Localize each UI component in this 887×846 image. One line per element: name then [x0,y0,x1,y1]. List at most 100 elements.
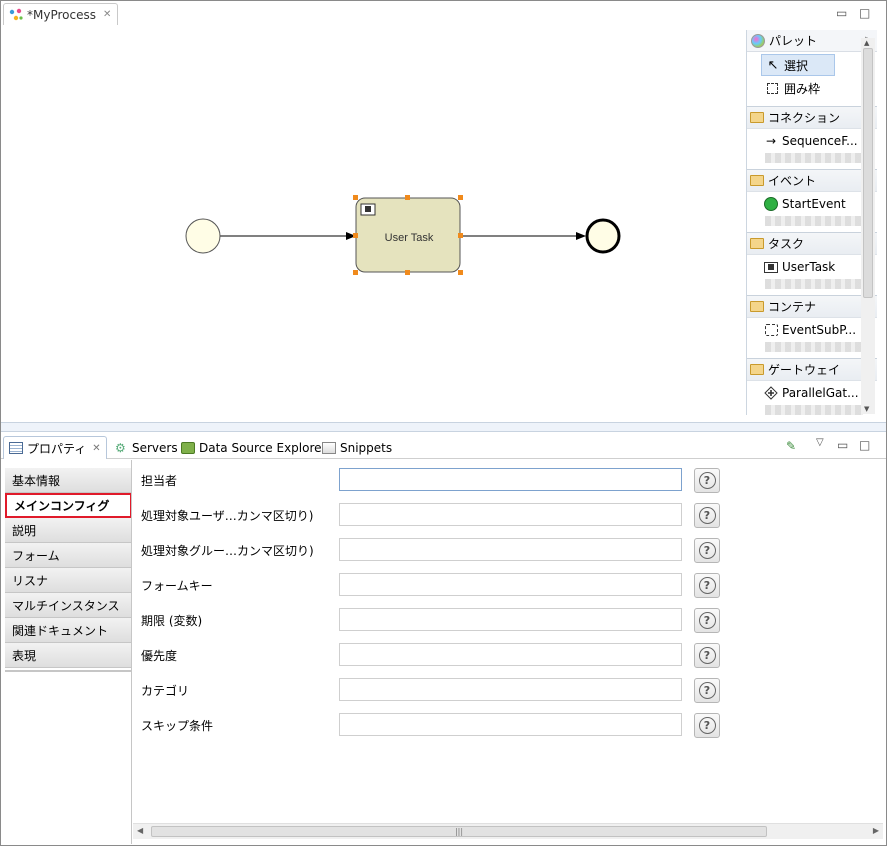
close-icon[interactable]: ✕ [103,9,111,20]
tab-data-source-explorer[interactable]: Data Source Explorer [181,436,326,459]
database-icon [181,441,195,454]
help-button[interactable]: ? [694,678,720,703]
user-task-label: User Task [384,232,434,244]
drawer-title: タスク [768,237,805,251]
field-label: 処理対象グルー…カンマ区切り) [141,544,314,558]
help-button[interactable]: ? [694,608,720,633]
help-icon: ? [698,682,716,699]
tab-servers[interactable]: ⚙ Servers [115,436,178,459]
snippets-icon [322,441,336,454]
close-icon[interactable]: ✕ [92,443,100,454]
candidate-users-input[interactable] [339,503,682,526]
scroll-up-icon[interactable]: ▲ [864,39,869,47]
sash[interactable] [1,422,886,432]
section-main-config[interactable]: メインコンフィグ [5,493,132,518]
user-task-icon [763,261,779,273]
section-basic[interactable]: 基本情報 [5,468,132,493]
section-listener[interactable]: リスナ [5,568,132,593]
start-event[interactable] [185,218,221,254]
maximize-icon[interactable]: □ [859,438,870,452]
drawer-header[interactable]: タスク ⇔ [747,233,877,255]
pin-view-icon[interactable]: ✎ [786,439,796,453]
help-icon: ? [698,647,716,664]
help-button[interactable]: ? [694,538,720,563]
section-form[interactable]: フォーム [5,543,132,568]
drawer-container: コンテナ ⇔ EventSubP... [747,295,877,352]
section-expression[interactable]: 表現 [5,643,132,668]
due-date-input[interactable] [339,608,682,631]
help-button[interactable]: ? [694,503,720,528]
palette-item-sequenceflow[interactable]: → SequenceF... [747,129,877,153]
category-input[interactable] [339,678,682,701]
user-task-icon [360,203,376,216]
palette-item-label: UserTask [782,260,836,274]
palette-tool-marquee[interactable]: 囲み枠 [747,76,877,100]
view-tab-bar: プロパティ ✕ ⚙ Servers Data Source Explorer S… [1,433,886,459]
editor-tab-label: *MyProcess [27,7,96,22]
palette-tool-select[interactable]: ↖ 選択 [761,54,835,76]
minimize-icon[interactable]: ▭ [837,438,848,452]
palette-item-usertask[interactable]: UserTask [747,255,877,279]
assignee-input[interactable] [339,468,682,491]
help-button[interactable]: ? [694,713,720,738]
help-icon: ? [698,717,716,734]
drawer-gateway: ゲートウェイ ⇔ ParallelGat... [747,358,877,415]
marquee-icon [767,82,778,94]
palette-item-parallelgateway[interactable]: ParallelGat... [747,381,877,405]
palette-header[interactable]: パレット ▷ [747,30,877,52]
field-label: 期限 (変数) [141,614,203,628]
help-button[interactable]: ? [694,468,720,493]
folder-icon [750,364,764,375]
help-button[interactable]: ? [694,643,720,668]
section-label: フォーム [12,548,60,563]
form-key-input[interactable] [339,573,682,596]
section-related-documents[interactable]: 関連ドキュメント [5,618,132,643]
diagram-svg [185,195,621,275]
skip-expression-input[interactable] [339,713,682,736]
help-button[interactable]: ? [694,573,720,598]
folder-icon [750,175,764,186]
maximize-icon[interactable]: □ [859,6,870,20]
scroll-left-icon[interactable]: ◀ [137,826,143,835]
field-label: 担当者 [141,474,178,488]
drawer-title: イベント [768,174,817,188]
palette-item-label: StartEvent [782,197,846,211]
drawer-connection: コネクション ⇔ → SequenceF... [747,106,877,163]
palette-item-eventsubprocess[interactable]: EventSubP... [747,318,877,342]
palette-item-label: SequenceF... [782,134,858,148]
drawer-header[interactable]: イベント ⇔ [747,170,877,192]
tab-snippets[interactable]: Snippets [322,436,392,459]
palette-title: パレット [769,34,818,48]
end-event[interactable] [585,218,621,254]
section-label: メインコンフィグ [14,499,110,513]
section-label: 基本情報 [12,473,61,488]
candidate-groups-input[interactable] [339,538,682,561]
palette: パレット ▷ ↖ 選択 囲み枠 コネクション ⇔ → SequenceF... … [746,30,877,415]
folder-icon [750,301,764,312]
palette-icon [751,33,765,48]
folder-icon [750,238,764,249]
tab-properties[interactable]: プロパティ ✕ [3,436,107,459]
palette-item-startevent[interactable]: StartEvent [747,192,877,216]
horizontal-scrollbar[interactable]: ◀ ||| ▶ [133,823,883,839]
parallel-gateway-icon [763,386,779,400]
scrollbar-thumb[interactable] [863,48,873,298]
tab-label: Snippets [340,440,393,455]
section-multi-instance[interactable]: マルチインスタンス [5,593,132,618]
priority-input[interactable] [339,643,682,666]
minimize-icon[interactable]: ▭ [836,6,847,20]
section-description[interactable]: 説明 [5,518,132,543]
view-menu-icon[interactable]: ▽ [816,436,824,450]
diagram-canvas[interactable]: User Task [1,26,746,422]
drawer-header[interactable]: コネクション ⇔ [747,107,877,129]
tab-label: Data Source Explorer [199,440,327,455]
drawer-header[interactable]: コンテナ ⇔ [747,296,877,318]
scrollbar-thumb[interactable]: ||| [151,826,767,837]
hidden-item [765,342,863,352]
palette-item-label: ParallelGat... [782,386,859,400]
drawer-header[interactable]: ゲートウェイ ⇔ [747,359,877,381]
scroll-down-icon[interactable]: ▼ [864,405,869,413]
scroll-right-icon[interactable]: ▶ [873,826,879,835]
editor-tab-myprocess[interactable]: *MyProcess ✕ [3,3,119,25]
palette-scrollbar[interactable]: ▲ ▼ [861,38,875,414]
